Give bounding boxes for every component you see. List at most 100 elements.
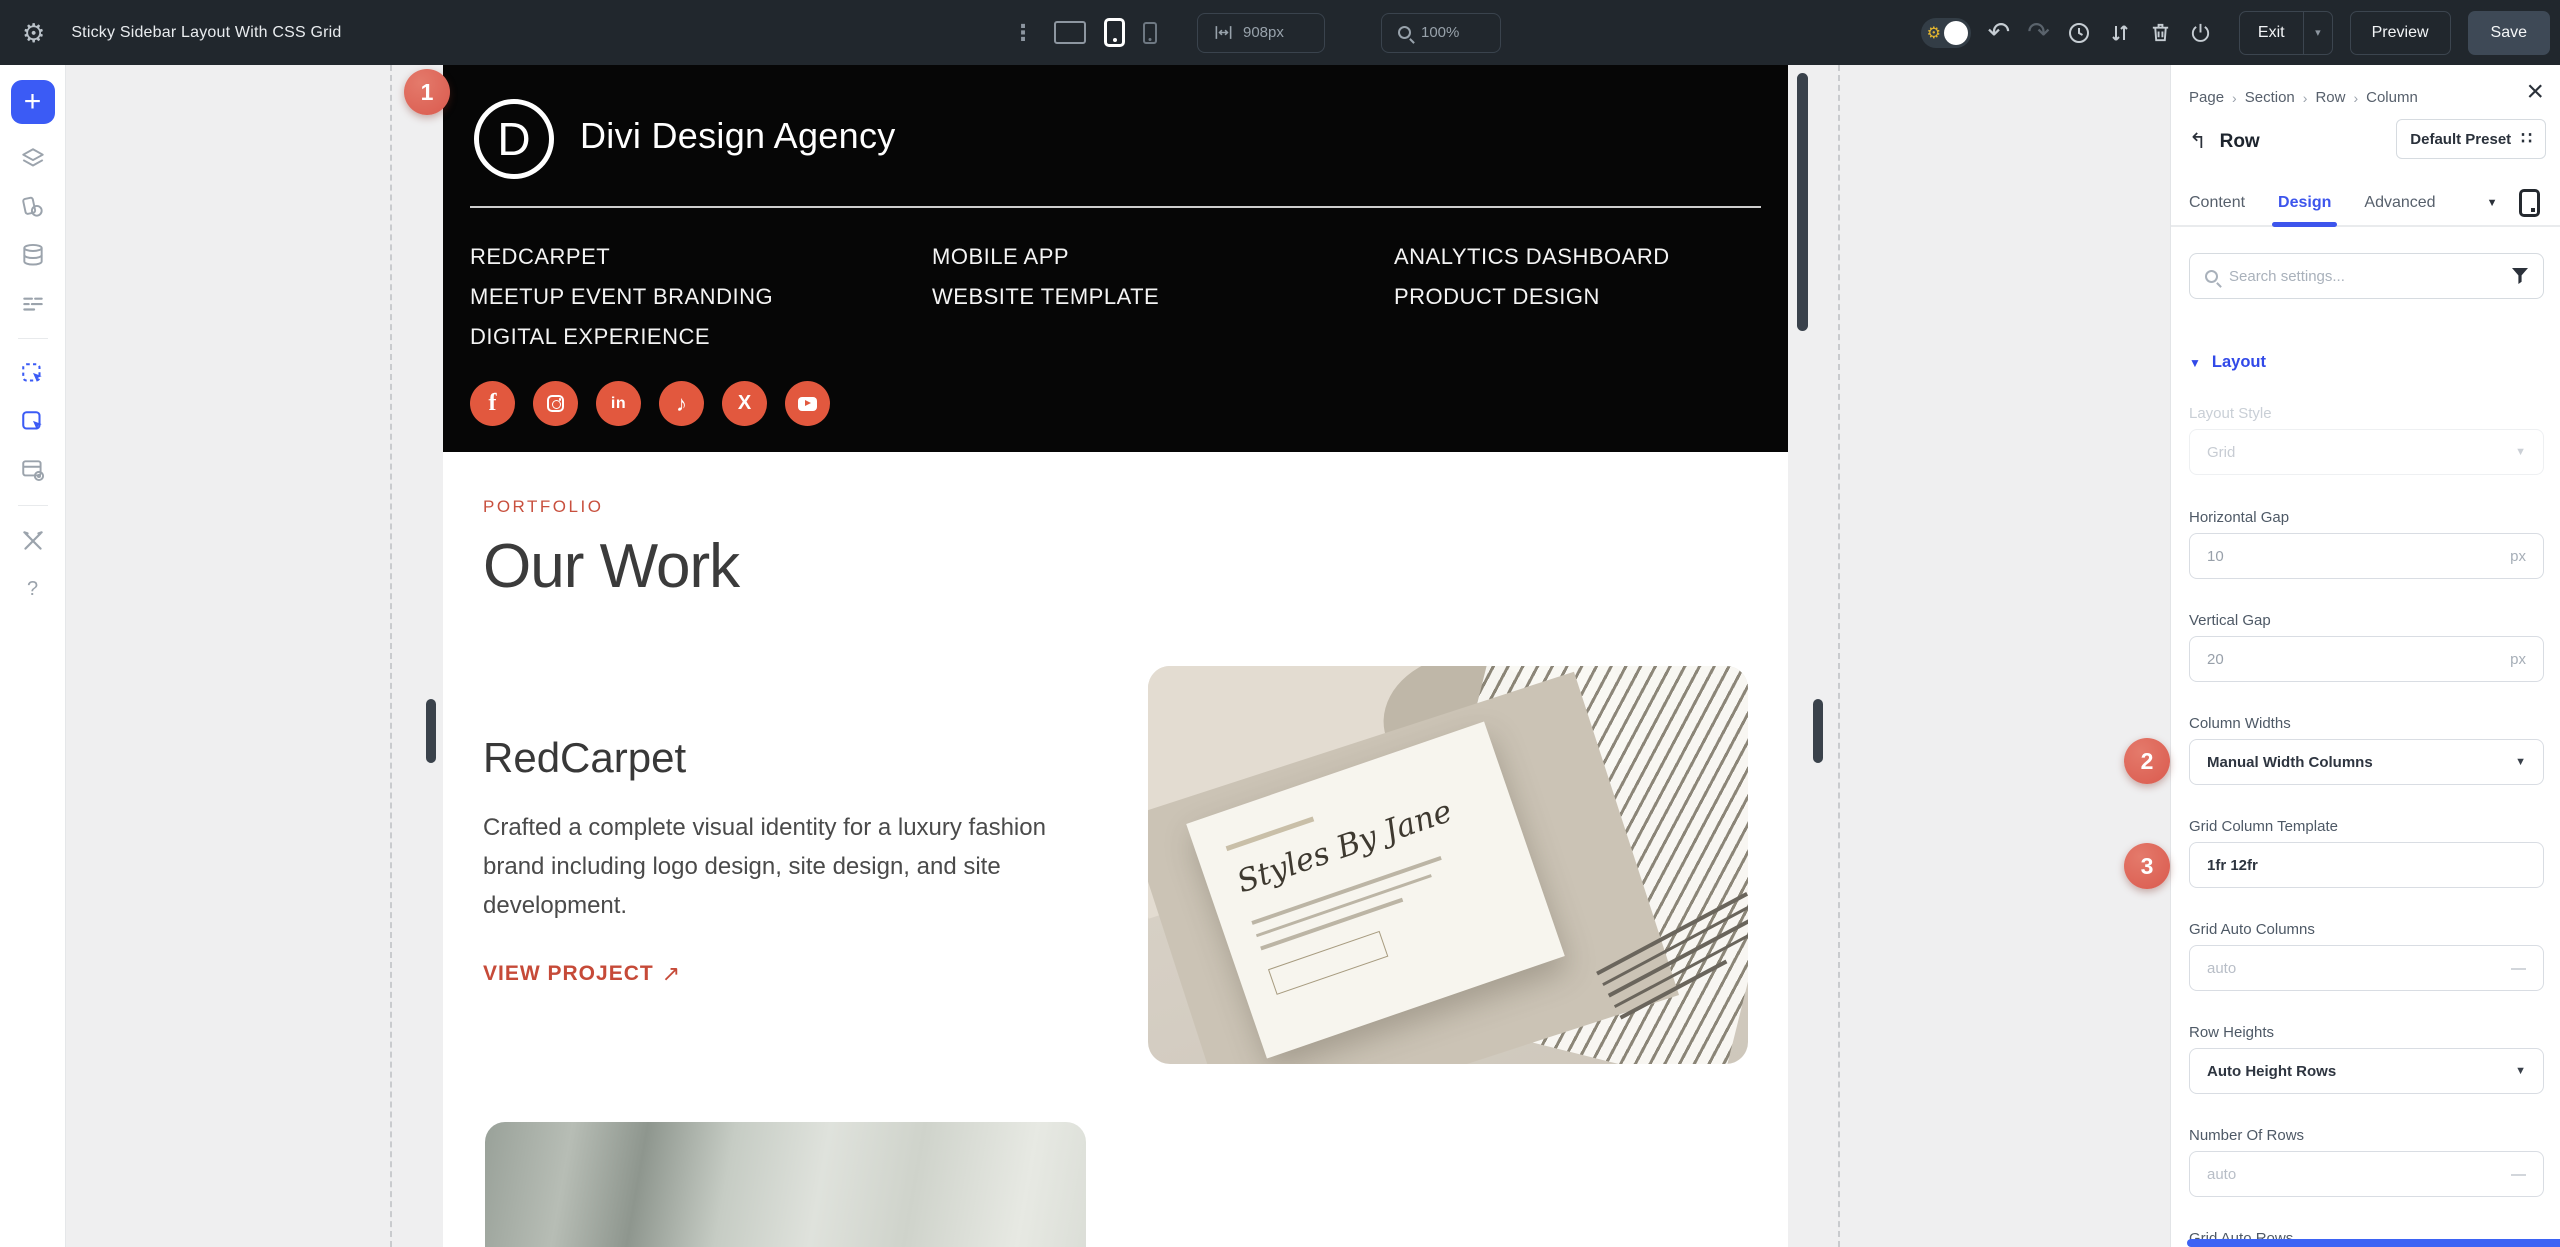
default-preset-button[interactable]: Default Preset ∷ <box>2396 119 2546 159</box>
style-presets-icon[interactable] <box>20 194 46 220</box>
tabs-dropdown-caret-icon[interactable]: ▼ <box>2487 197 2498 209</box>
linkedin-icon[interactable]: in <box>596 381 641 426</box>
view-project-link[interactable]: VIEW PROJECT ↗ <box>483 961 1083 987</box>
field-grid-column-template: Grid Column Template <box>2189 818 2544 888</box>
menu-column-2: MOBILE APP WEBSITE TEMPLATE <box>932 237 1394 357</box>
tools-icon[interactable] <box>20 528 46 554</box>
settings-panel: Page › Section › Row › Column × ↰ Row De… <box>2170 65 2560 1247</box>
layout-section-header[interactable]: ▼ Layout <box>2189 353 2266 372</box>
chevron-down-icon: ▼ <box>2515 756 2526 768</box>
grid-auto-columns-input[interactable] <box>2207 960 2511 977</box>
breadcrumb-row[interactable]: Row <box>2315 89 2345 106</box>
search-input[interactable] <box>2229 268 2512 285</box>
project-description: Crafted a complete visual identity for a… <box>483 808 1083 925</box>
breadcrumb-column[interactable]: Column <box>2366 89 2418 106</box>
canvas-scrollbar[interactable] <box>1797 73 1808 331</box>
field-column-widths: Column Widths Manual Width Columns ▼ <box>2189 715 2544 785</box>
save-button[interactable]: Save <box>2468 11 2550 55</box>
redo-icon[interactable]: ↷ <box>2027 19 2050 46</box>
exit-button-group: Exit ▾ <box>2239 11 2333 55</box>
zoom-magnifier-icon <box>1398 26 1411 39</box>
responsive-tablet-icon[interactable] <box>2519 189 2540 217</box>
social-icons-row: f in ♪ X <box>470 381 830 426</box>
history-clock-icon[interactable] <box>2067 21 2091 45</box>
menu-link[interactable]: MOBILE APP <box>932 237 1394 277</box>
menu-link[interactable]: MEETUP EVENT BRANDING <box>470 277 932 317</box>
canvas-zoom-value: 100% <box>1421 24 1459 41</box>
canvas-width-input[interactable]: 908px <box>1197 13 1325 53</box>
column-widths-select[interactable]: Manual Width Columns ▼ <box>2189 739 2544 785</box>
database-icon[interactable] <box>20 242 46 268</box>
grid-column-template-input[interactable] <box>2207 857 2526 874</box>
row-resize-handle-right[interactable] <box>1813 699 1823 763</box>
click-mode-dotted-icon[interactable] <box>20 361 46 387</box>
tab-content[interactable]: Content <box>2189 181 2245 225</box>
menu-column-1: REDCARPET MEETUP EVENT BRANDING DIGITAL … <box>470 237 932 357</box>
breadcrumb-page[interactable]: Page <box>2189 89 2224 106</box>
layers-icon[interactable] <box>20 146 46 172</box>
trash-icon[interactable] <box>2149 21 2172 44</box>
menu-link[interactable]: REDCARPET <box>470 237 932 277</box>
row-resize-handle-left[interactable] <box>426 699 436 763</box>
instagram-icon[interactable] <box>533 381 578 426</box>
dash-icon: — <box>2511 1166 2526 1183</box>
field-layout-style: Layout Style Grid ▼ <box>2189 405 2544 475</box>
youtube-icon[interactable] <box>785 381 830 426</box>
menu-link[interactable]: ANALYTICS DASHBOARD <box>1394 237 1670 277</box>
tiktok-icon[interactable]: ♪ <box>659 381 704 426</box>
menu-link[interactable]: WEBSITE TEMPLATE <box>932 277 1394 317</box>
portfolio-section[interactable]: PORTFOLIO Our Work RedCarpet Crafted a c… <box>443 452 1788 1064</box>
undo-icon[interactable]: ↶ <box>1988 19 2011 46</box>
site-logo[interactable]: D <box>474 99 554 179</box>
back-arrow-icon[interactable]: ↰ <box>2189 129 2207 154</box>
menu-link[interactable]: DIGITAL EXPERIENCE <box>470 317 932 357</box>
breadcrumb-section[interactable]: Section <box>2245 89 2295 106</box>
help-icon[interactable]: ? <box>27 578 38 601</box>
filter-funnel-icon[interactable] <box>2512 268 2528 284</box>
project-text-column: RedCarpet Crafted a complete visual iden… <box>483 666 1103 1064</box>
panel-scrollbar-horizontal[interactable] <box>2187 1239 2560 1247</box>
preview-button[interactable]: Preview <box>2350 11 2451 55</box>
x-icon[interactable]: X <box>722 381 767 426</box>
phone-view-button[interactable] <box>1143 22 1157 44</box>
chevron-down-icon: ▼ <box>2515 446 2526 458</box>
close-icon[interactable]: × <box>2526 77 2544 107</box>
canvas-workspace: D Divi Design Agency REDCARPET MEETUP EV… <box>66 65 2170 1247</box>
project-image[interactable]: Styles By Jane <box>1148 666 1748 1064</box>
project-image-bottom[interactable] <box>485 1122 1086 1247</box>
tab-advanced[interactable]: Advanced <box>2364 181 2435 225</box>
kebab-menu-icon[interactable]: ⋮ <box>1012 20 1034 46</box>
settings-search[interactable] <box>2189 253 2544 299</box>
step-badge-2: 2 <box>2124 738 2170 784</box>
theme-toggle[interactable]: ⚙ <box>1921 18 1971 48</box>
field-horizontal-gap: Horizontal Gap px <box>2189 509 2544 579</box>
portability-icon[interactable] <box>2189 21 2212 44</box>
canvas-zoom-input[interactable]: 100% <box>1381 13 1501 53</box>
vertical-gap-input[interactable] <box>2207 651 2510 668</box>
page-canvas[interactable]: D Divi Design Agency REDCARPET MEETUP EV… <box>443 65 1788 1247</box>
wireframe-list-icon[interactable] <box>20 290 46 316</box>
site-header-section[interactable]: D Divi Design Agency REDCARPET MEETUP EV… <box>443 65 1788 452</box>
tablet-view-button[interactable] <box>1104 18 1125 47</box>
number-of-rows-input[interactable] <box>2207 1166 2511 1183</box>
preview-window-icon[interactable] <box>20 457 46 483</box>
layout-style-select[interactable]: Grid ▼ <box>2189 429 2544 475</box>
search-icon <box>2205 270 2218 283</box>
dash-icon: — <box>2511 960 2526 977</box>
menu-link[interactable]: PRODUCT DESIGN <box>1394 277 1670 317</box>
field-number-of-rows: Number Of Rows — <box>2189 1127 2544 1197</box>
desktop-view-button[interactable] <box>1054 21 1086 44</box>
horizontal-gap-input[interactable] <box>2207 548 2510 565</box>
add-module-button[interactable]: + <box>11 80 55 124</box>
page-settings-gear-icon[interactable]: ⚙ <box>22 20 45 46</box>
settings-tabs: Content Design Advanced ▼ <box>2171 181 2560 227</box>
reorder-arrows-icon[interactable] <box>2108 21 2132 45</box>
sidebar-divider <box>18 505 48 506</box>
exit-dropdown-caret[interactable]: ▾ <box>2304 26 2332 39</box>
click-mode-filled-icon[interactable] <box>20 409 46 435</box>
facebook-icon[interactable]: f <box>470 381 515 426</box>
row-heights-select[interactable]: Auto Height Rows ▼ <box>2189 1048 2544 1094</box>
exit-button[interactable]: Exit <box>2240 24 2303 42</box>
portfolio-eyebrow: PORTFOLIO <box>483 497 1748 517</box>
tab-design[interactable]: Design <box>2278 181 2331 225</box>
